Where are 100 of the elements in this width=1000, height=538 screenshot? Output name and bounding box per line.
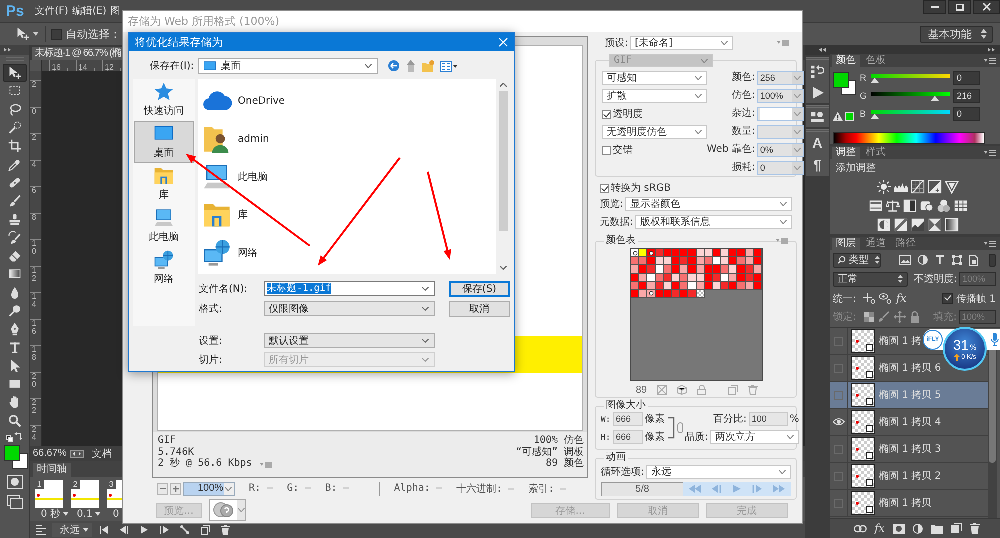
percent-field[interactable]: 100 bbox=[748, 412, 788, 426]
new-layer-icon[interactable] bbox=[951, 523, 962, 534]
color-swatch-icon[interactable] bbox=[631, 265, 640, 274]
hue-bars-icon[interactable] bbox=[868, 198, 882, 212]
color-swatch-icon[interactable] bbox=[680, 257, 688, 266]
panel-tab[interactable]: 颜色 bbox=[832, 55, 860, 67]
view-menu-icon[interactable] bbox=[440, 60, 458, 72]
camera-filter-icon[interactable] bbox=[920, 198, 934, 212]
folder-icon[interactable] bbox=[931, 524, 943, 534]
value-combo[interactable]: 100% bbox=[757, 89, 804, 103]
warning-icon[interactable] bbox=[833, 112, 843, 121]
microphone-icon[interactable] bbox=[991, 333, 999, 346]
zoom-dropdown[interactable]: 100% bbox=[183, 482, 235, 496]
trash-icon[interactable] bbox=[221, 524, 230, 534]
preset-dropdown[interactable]: [未命名] bbox=[630, 36, 733, 50]
value-combo[interactable]: 256 bbox=[757, 71, 804, 85]
adjustment-layer-icon[interactable] bbox=[913, 524, 923, 534]
scales-icon[interactable] bbox=[886, 198, 900, 212]
character-panel-glyph[interactable]: A bbox=[812, 136, 823, 150]
unify-style-glyph[interactable]: fx bbox=[896, 292, 907, 304]
smart-object-filter-icon[interactable] bbox=[969, 254, 979, 266]
exposure-icon[interactable] bbox=[928, 180, 942, 194]
new-frame-icon[interactable] bbox=[201, 524, 210, 534]
swap-colors-icon[interactable] bbox=[6, 432, 24, 442]
next-frame-icon[interactable] bbox=[160, 526, 169, 534]
color-swatch-icon[interactable] bbox=[680, 249, 688, 258]
checkbox[interactable] bbox=[942, 293, 954, 304]
padlock-icon[interactable] bbox=[910, 311, 920, 323]
layer-style-glyph[interactable]: fx bbox=[874, 522, 885, 534]
color-swatch-icon[interactable] bbox=[729, 257, 738, 266]
filter-dropdown[interactable]: 类型 bbox=[833, 252, 881, 268]
file-item[interactable]: admin bbox=[198, 120, 496, 158]
selective-color-icon[interactable] bbox=[928, 218, 942, 232]
panel-tab[interactable]: 通道 bbox=[862, 238, 890, 250]
color-swatch-icon[interactable] bbox=[688, 257, 696, 266]
screen-mode-icon[interactable] bbox=[6, 494, 22, 509]
blend-mode-dropdown[interactable]: 正常 bbox=[833, 272, 908, 286]
zoom-out-button[interactable] bbox=[157, 482, 168, 494]
save-button[interactable]: 保存(S) bbox=[449, 280, 510, 296]
close-icon[interactable] bbox=[499, 38, 508, 46]
checkbox[interactable] bbox=[602, 146, 611, 154]
slider-thumb[interactable] bbox=[931, 96, 940, 101]
link-icon[interactable] bbox=[854, 524, 867, 532]
image-filter-icon[interactable] bbox=[899, 255, 911, 265]
scroll-down-icon[interactable] bbox=[500, 266, 507, 270]
threshold-icon[interactable] bbox=[911, 218, 925, 232]
file-item[interactable]: OneDrive bbox=[198, 82, 496, 120]
settings-dropdown[interactable]: 默认设置 bbox=[264, 333, 435, 348]
back-icon[interactable] bbox=[388, 60, 400, 72]
panel-tab[interactable]: 调整 bbox=[832, 147, 860, 159]
color-swatch-icon[interactable] bbox=[680, 265, 688, 274]
color-swatch-icon[interactable] bbox=[647, 265, 656, 274]
color-swatch-icon[interactable] bbox=[721, 265, 730, 274]
loop-dropdown[interactable]: 永远 bbox=[646, 464, 791, 478]
menu-item[interactable]: 编辑(E) bbox=[72, 4, 107, 18]
color-swatch-icon[interactable] bbox=[729, 249, 738, 258]
width-field[interactable]: 666 bbox=[613, 412, 643, 426]
quality-dropdown[interactable]: 两次立方 bbox=[710, 430, 800, 444]
trash-icon[interactable] bbox=[970, 523, 980, 534]
color-swatch-icon[interactable] bbox=[737, 249, 746, 258]
filename-field[interactable]: 未标题-1.gif bbox=[264, 281, 435, 296]
color-swatch-icon[interactable] bbox=[631, 249, 640, 258]
place-item[interactable]: 此电脑 bbox=[134, 205, 194, 247]
play-icon[interactable] bbox=[812, 86, 824, 98]
frame-thumbnail[interactable]: 2 bbox=[71, 480, 99, 508]
scroll-up-icon[interactable] bbox=[500, 83, 507, 87]
layer-comps-icon[interactable] bbox=[811, 112, 824, 123]
unify-visibility-icon[interactable] bbox=[879, 293, 892, 304]
color-swatch-icon[interactable] bbox=[688, 265, 696, 274]
color-spectrum[interactable] bbox=[833, 132, 985, 144]
color-swatches-icon[interactable] bbox=[833, 72, 856, 95]
quick-mask-icon[interactable] bbox=[6, 474, 22, 489]
color-swatch-icon[interactable] bbox=[688, 249, 696, 258]
shape-filter-icon[interactable] bbox=[952, 255, 962, 265]
layer-row[interactable]: 椭圆 1 拷贝 2 bbox=[830, 463, 988, 490]
color-swatch-icon[interactable] bbox=[639, 265, 648, 274]
color-swatch-icon[interactable] bbox=[721, 249, 730, 258]
history-icon[interactable] bbox=[811, 64, 824, 78]
curves-icon[interactable] bbox=[911, 180, 925, 194]
menu-item[interactable]: 文件(F) bbox=[35, 4, 69, 18]
place-item[interactable]: 快速访问 bbox=[134, 79, 194, 121]
frame-delay[interactable]: 0 秒 bbox=[41, 508, 69, 520]
color-swatch-icon[interactable] bbox=[737, 257, 746, 266]
zoom-in-button[interactable] bbox=[170, 482, 181, 494]
browser-dropdown[interactable] bbox=[209, 499, 246, 521]
color-swatch-icon[interactable] bbox=[647, 257, 656, 266]
lock-transparency-icon[interactable] bbox=[864, 312, 874, 322]
scrollbar-thumb[interactable] bbox=[499, 91, 508, 231]
place-item[interactable]: 库 bbox=[134, 163, 194, 205]
visibility-checkbox[interactable] bbox=[834, 390, 843, 400]
channel-value-field[interactable]: 216 bbox=[953, 89, 980, 103]
sun-icon[interactable] bbox=[877, 180, 891, 194]
invert-icon[interactable] bbox=[877, 218, 891, 232]
panel-tab[interactable]: 路径 bbox=[892, 238, 920, 250]
move-arrow-icon[interactable] bbox=[16, 27, 30, 41]
posterize-icon[interactable] bbox=[894, 218, 908, 232]
value-combo[interactable]: 0% bbox=[757, 143, 804, 157]
status-arrows-icon[interactable] bbox=[70, 450, 84, 458]
triangle-icon[interactable] bbox=[945, 180, 959, 194]
color-swatch-icon[interactable] bbox=[631, 257, 640, 266]
